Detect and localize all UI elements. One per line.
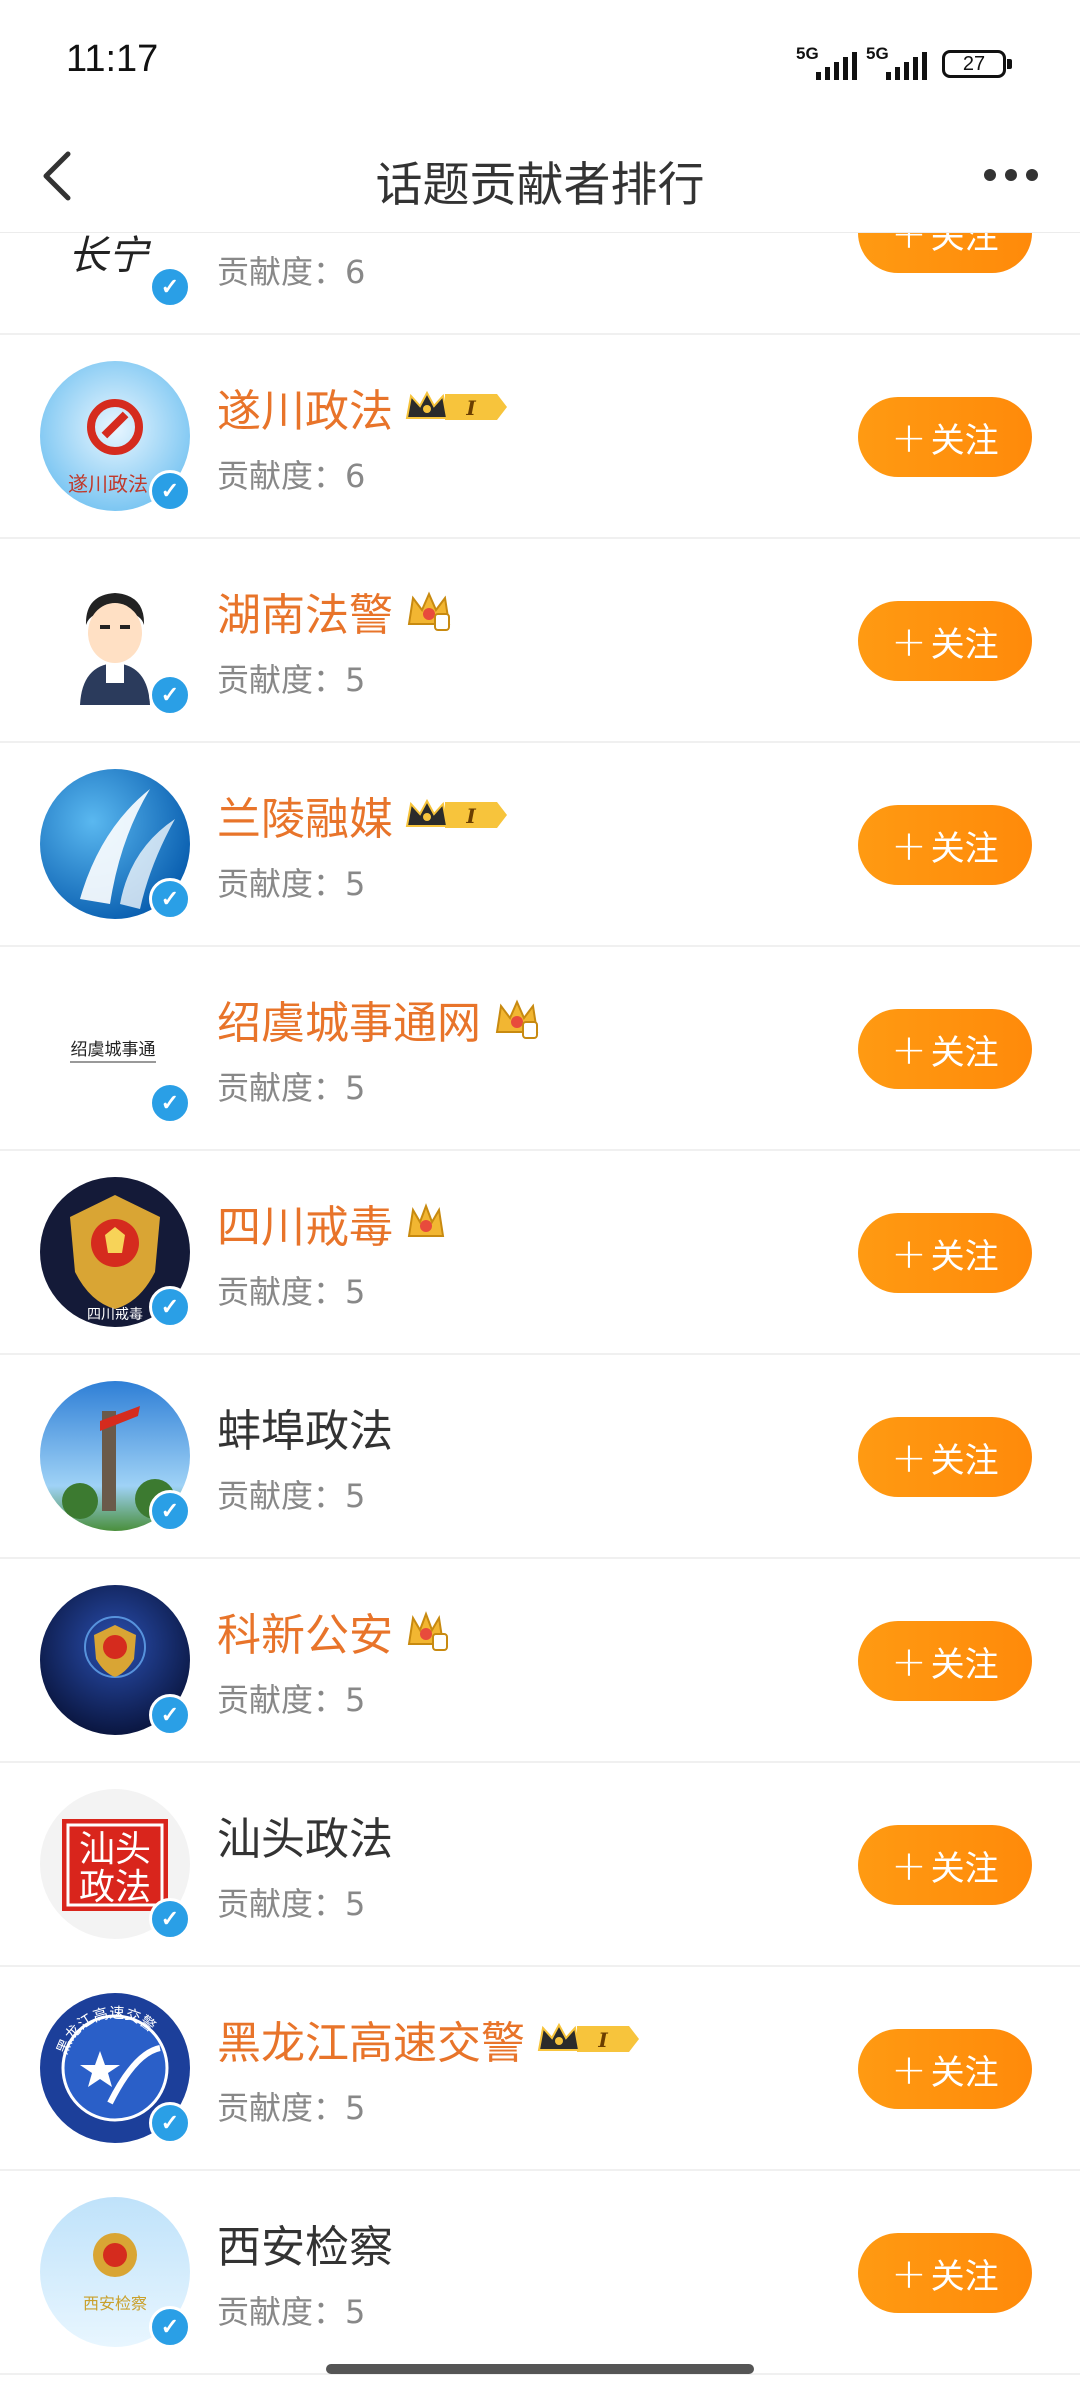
verified-icon: ✓ <box>149 2102 191 2144</box>
battery-icon: 27 <box>942 50 1012 78</box>
more-dots-icon <box>984 169 996 181</box>
user-name[interactable]: 湖南法警 <box>217 579 453 643</box>
avatar-text: 长宁 <box>68 233 152 279</box>
contribution-score: 贡献度：5 <box>217 1273 366 1311</box>
list-item[interactable]: 长宁 ✓ 长宁 贡献度：6 +关注 <box>0 233 1080 335</box>
crown-level-icon: I <box>537 2022 639 2052</box>
user-name[interactable]: 遂川政法 I <box>217 375 509 439</box>
cellular-signal-icon: 5G <box>796 44 858 80</box>
list-item[interactable]: ✓ 蚌埠政法 贡献度：5 + 关注 <box>0 1355 1080 1559</box>
user-name[interactable]: 西安检察 <box>217 2211 393 2275</box>
follow-button[interactable]: + 关注 <box>858 805 1032 885</box>
follow-button[interactable]: + 关注 <box>858 1417 1032 1497</box>
avatar-text: 遂川政法 <box>68 472 148 496</box>
list-item[interactable]: ✓ 兰陵融媒 I 贡献度：5 + 关注 <box>0 743 1080 947</box>
verified-icon: ✓ <box>149 1898 191 1940</box>
battery-level: 27 <box>962 53 986 75</box>
list-item[interactable]: ✓ 科新公安 贡献度：5 + 关注 <box>0 1559 1080 1763</box>
avatar-text: 四川戒毒 <box>87 1307 143 1323</box>
nav-bar: 话题贡献者排行 <box>0 120 1080 233</box>
crown-gold-icon <box>495 999 539 1039</box>
contributor-list[interactable]: 长宁 ✓ 长宁 贡献度：6 +关注 遂川政法 ✓ 遂川政法 <box>0 233 1080 2400</box>
verified-icon: ✓ <box>149 2306 191 2348</box>
verified-icon: ✓ <box>149 1286 191 1328</box>
status-time: 11:17 <box>66 38 159 80</box>
list-item[interactable]: 西安检察 ✓ 西安检察 贡献度：5 + 关注 <box>0 2171 1080 2375</box>
user-name[interactable]: 兰陵融媒 I <box>217 783 509 847</box>
avatar[interactable]: ✓ <box>40 565 191 716</box>
avatar[interactable]: ✓ <box>40 769 191 920</box>
svg-text:I: I <box>465 804 476 828</box>
crown-gold-icon <box>407 1611 448 1651</box>
user-name[interactable]: 汕头政法 <box>217 1803 393 1867</box>
status-bar: 11:17 5G 5G 27 <box>0 0 1080 120</box>
avatar-text: 西安检察 <box>83 2294 147 2313</box>
list-item[interactable]: ✓ 湖南法警 贡献度：5 + 关注 <box>0 539 1080 743</box>
avatar[interactable]: 黑龙江高速交警 ✓ <box>40 1993 191 2144</box>
follow-button[interactable]: + 关注 <box>858 233 1032 273</box>
user-name[interactable]: 科新公安 <box>217 1599 449 1663</box>
home-indicator[interactable] <box>326 2364 754 2374</box>
verified-icon: ✓ <box>149 1694 191 1736</box>
verified-icon: ✓ <box>149 674 191 716</box>
more-button[interactable] <box>966 150 1056 200</box>
cellular-signal-icon-2: 5G <box>866 44 928 80</box>
user-name[interactable]: 蚌埠政法 <box>217 1395 393 1459</box>
verified-icon: ✓ <box>149 1082 191 1124</box>
follow-button[interactable]: + 关注 <box>858 1621 1032 1701</box>
user-name[interactable]: 四川戒毒 <box>217 1191 447 1255</box>
contribution-score: 贡献度：5 <box>217 2293 366 2331</box>
user-name[interactable]: 绍虞城事通网 <box>217 987 541 1051</box>
crown-level-icon: I <box>405 390 507 420</box>
contribution-score: 贡献度：5 <box>217 1069 366 1107</box>
follow-button[interactable]: + 关注 <box>858 601 1032 681</box>
verified-icon: ✓ <box>149 470 191 512</box>
contribution-score: 贡献度：5 <box>217 2089 366 2127</box>
svg-text:I: I <box>597 2028 608 2052</box>
follow-button[interactable]: + 关注 <box>858 397 1032 477</box>
list-item[interactable]: 四川戒毒 ✓ 四川戒毒 贡献度：5 + 关注 <box>0 1151 1080 1355</box>
follow-button[interactable]: + 关注 <box>858 1009 1032 1089</box>
avatar-text: 绍虞城事通 <box>71 1040 156 1060</box>
svg-text:I: I <box>465 396 476 420</box>
avatar[interactable]: 四川戒毒 ✓ <box>40 1177 191 1328</box>
follow-button[interactable]: + 关注 <box>858 1825 1032 1905</box>
avatar[interactable]: 长宁 ✓ <box>40 233 191 308</box>
verified-icon: ✓ <box>149 266 191 308</box>
contribution-score: 贡献度：5 <box>217 1477 366 1515</box>
crown-level-icon: I <box>405 798 507 828</box>
avatar[interactable]: 绍虞城事通 ✓ <box>40 973 191 1124</box>
list-item[interactable]: 汕头 政法 ✓ 汕头政法 贡献度：5 + 关注 <box>0 1763 1080 1967</box>
contribution-score: 贡献度：5 <box>217 1681 366 1719</box>
avatar[interactable]: ✓ <box>40 1381 191 1532</box>
avatar-text: 汕头 <box>79 1829 151 1870</box>
contribution-score: 贡献度：5 <box>217 661 366 699</box>
follow-button[interactable]: + 关注 <box>858 1213 1032 1293</box>
contribution-score: 贡献度：5 <box>217 865 366 903</box>
follow-button[interactable]: + 关注 <box>858 2233 1032 2313</box>
avatar[interactable]: 遂川政法 ✓ <box>40 361 191 512</box>
list-item[interactable]: 黑龙江高速交警 ✓ 黑龙江高速交警 I 贡献度：5 + 关注 <box>0 1967 1080 2171</box>
avatar[interactable]: 西安检察 ✓ <box>40 2197 191 2348</box>
list-item[interactable]: 遂川政法 ✓ 遂川政法 I 贡献度：6 + 关注 <box>0 335 1080 539</box>
list-item[interactable]: 绍虞城事通 ✓ 绍虞城事通网 贡献度：5 + 关注 <box>0 947 1080 1151</box>
crown-gold-icon <box>407 591 451 631</box>
verified-icon: ✓ <box>149 878 191 920</box>
user-name[interactable]: 黑龙江高速交警 I <box>217 2007 641 2071</box>
follow-button[interactable]: + 关注 <box>858 2029 1032 2109</box>
contribution-score: 贡献度：5 <box>217 1885 366 1923</box>
crown-gold-icon <box>407 1203 445 1237</box>
contribution-score: 贡献度：6 <box>217 457 366 495</box>
user-name[interactable]: 长宁 <box>217 233 305 235</box>
avatar-text: 政法 <box>79 1867 151 1908</box>
avatar[interactable]: ✓ <box>40 1585 191 1736</box>
verified-icon: ✓ <box>149 1490 191 1532</box>
page-title: 话题贡献者排行 <box>375 158 705 213</box>
avatar[interactable]: 汕头 政法 ✓ <box>40 1789 191 1940</box>
contribution-score: 贡献度：6 <box>217 253 366 291</box>
